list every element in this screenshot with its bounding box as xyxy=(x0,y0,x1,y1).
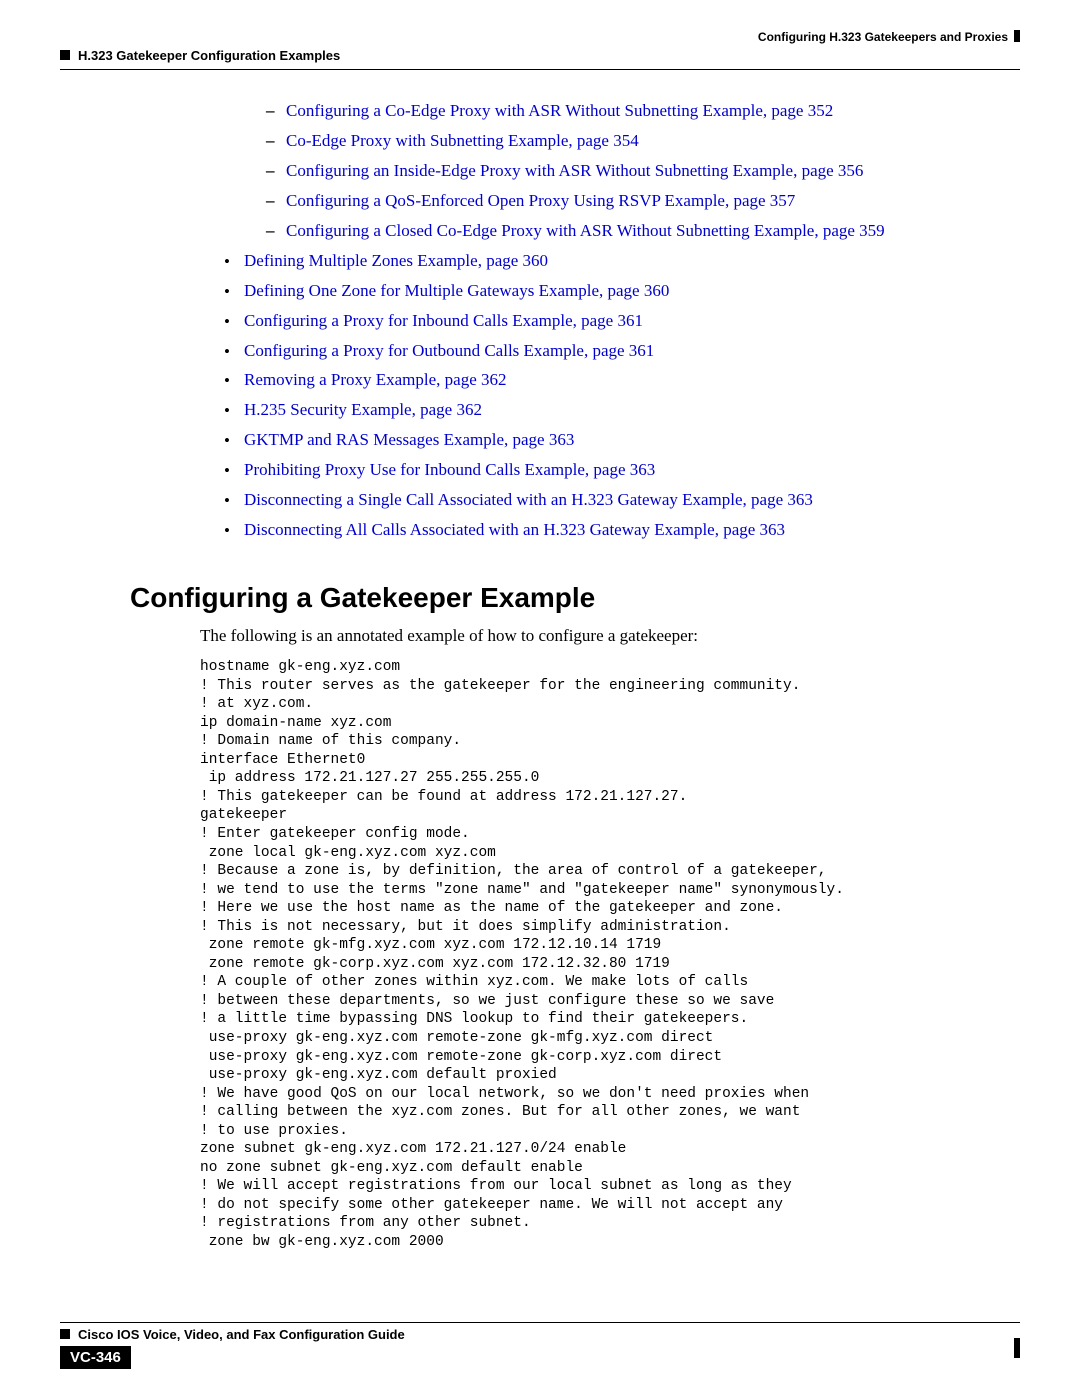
page-footer: Cisco IOS Voice, Video, and Fax Configur… xyxy=(60,1322,1020,1369)
list-item: Disconnecting a Single Call Associated w… xyxy=(220,489,1020,512)
xref-link[interactable]: Configuring a Co-Edge Proxy with ASR Wit… xyxy=(286,101,833,120)
list-item: Defining One Zone for Multiple Gateways … xyxy=(220,280,1020,303)
xref-link[interactable]: GKTMP and RAS Messages Example, page 363 xyxy=(244,430,574,449)
nested-link-list: Configuring a Co-Edge Proxy with ASR Wit… xyxy=(260,100,1020,243)
list-item: Configuring a Co-Edge Proxy with ASR Wit… xyxy=(260,100,1020,123)
intro-paragraph: The following is an annotated example of… xyxy=(200,626,1020,646)
list-item: H.235 Security Example, page 362 xyxy=(220,399,1020,422)
list-item: Configuring a QoS-Enforced Open Proxy Us… xyxy=(260,190,1020,213)
xref-link[interactable]: Disconnecting All Calls Associated with … xyxy=(244,520,785,539)
xref-link[interactable]: Co-Edge Proxy with Subnetting Example, p… xyxy=(286,131,639,150)
footer-rule xyxy=(60,1322,1020,1323)
header-section-text: H.323 Gatekeeper Configuration Examples xyxy=(78,48,340,63)
footer-right-marker-icon xyxy=(1014,1338,1020,1358)
list-item: Configuring a Closed Co-Edge Proxy with … xyxy=(260,220,1020,243)
header-rule xyxy=(60,69,1020,70)
bullet-link-list: Defining Multiple Zones Example, page 36… xyxy=(220,250,1020,542)
list-item: Defining Multiple Zones Example, page 36… xyxy=(220,250,1020,273)
xref-link[interactable]: Defining One Zone for Multiple Gateways … xyxy=(244,281,669,300)
xref-link[interactable]: Disconnecting a Single Call Associated w… xyxy=(244,490,813,509)
xref-link[interactable]: Configuring a QoS-Enforced Open Proxy Us… xyxy=(286,191,795,210)
header-left-marker-icon xyxy=(60,50,70,60)
header-chapter: Configuring H.323 Gatekeepers and Proxie… xyxy=(60,30,1020,44)
list-item: Disconnecting All Calls Associated with … xyxy=(220,519,1020,542)
header-right-marker-icon xyxy=(1014,30,1020,42)
page-number-badge: VC-346 xyxy=(60,1346,131,1369)
list-item: Configuring a Proxy for Outbound Calls E… xyxy=(220,340,1020,363)
footer-left-marker-icon xyxy=(60,1329,70,1339)
list-item: Co-Edge Proxy with Subnetting Example, p… xyxy=(260,130,1020,153)
xref-link[interactable]: Configuring a Proxy for Inbound Calls Ex… xyxy=(244,311,643,330)
xref-link[interactable]: Removing a Proxy Example, page 362 xyxy=(244,370,507,389)
xref-link[interactable]: H.235 Security Example, page 362 xyxy=(244,400,482,419)
footer-title: Cisco IOS Voice, Video, and Fax Configur… xyxy=(78,1327,405,1342)
list-item: Prohibiting Proxy Use for Inbound Calls … xyxy=(220,459,1020,482)
xref-link[interactable]: Configuring a Closed Co-Edge Proxy with … xyxy=(286,221,885,240)
list-item: GKTMP and RAS Messages Example, page 363 xyxy=(220,429,1020,452)
xref-link[interactable]: Configuring a Proxy for Outbound Calls E… xyxy=(244,341,654,360)
header-section: H.323 Gatekeeper Configuration Examples xyxy=(60,48,1020,63)
header-chapter-text: Configuring H.323 Gatekeepers and Proxie… xyxy=(758,30,1008,44)
xref-link[interactable]: Configuring an Inside-Edge Proxy with AS… xyxy=(286,161,863,180)
list-item: Configuring an Inside-Edge Proxy with AS… xyxy=(260,160,1020,183)
list-item: Removing a Proxy Example, page 362 xyxy=(220,369,1020,392)
code-block: hostname gk-eng.xyz.com ! This router se… xyxy=(200,658,1020,1252)
xref-link[interactable]: Prohibiting Proxy Use for Inbound Calls … xyxy=(244,460,655,479)
section-heading: Configuring a Gatekeeper Example xyxy=(130,582,1020,614)
list-item: Configuring a Proxy for Inbound Calls Ex… xyxy=(220,310,1020,333)
xref-link[interactable]: Defining Multiple Zones Example, page 36… xyxy=(244,251,548,270)
